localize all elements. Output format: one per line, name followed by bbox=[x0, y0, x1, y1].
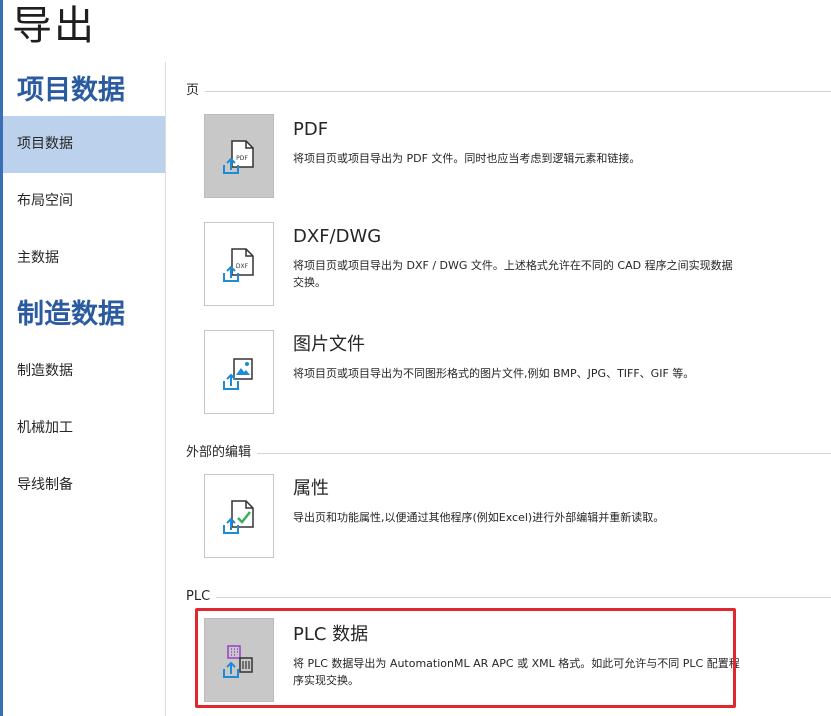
sidebar-item-manufacturing-data[interactable]: 制造数据 bbox=[3, 343, 165, 400]
properties-option-title: 属性 bbox=[293, 478, 329, 499]
image-option-description: 将项目页或项目导出为不同图形格式的图片文件,例如 BMP、JPG、TIFF、GI… bbox=[293, 367, 695, 380]
dxf-option-title: DXF/DWG bbox=[293, 226, 382, 247]
pdf-option-title: PDF bbox=[293, 119, 329, 140]
pdf-option-description: 将项目页或项目导出为 PDF 文件。同时也应当考虑到逻辑元素和链接。 bbox=[293, 152, 641, 165]
section-header-plc: PLC bbox=[186, 588, 831, 606]
dxf-option-description: 将项目页或项目导出为 DXF / DWG 文件。上述格式允许在不同的 CAD 程… bbox=[293, 259, 733, 289]
sidebar-group-heading-manufacturing: 制造数据 bbox=[17, 299, 125, 330]
properties-option-description: 导出页和功能属性,以便通过其他程序(例如Excel)进行外部编辑并重新读取。 bbox=[293, 511, 665, 524]
image-export-tile[interactable] bbox=[204, 330, 274, 414]
section-header-external-editing: 外部的编辑 bbox=[186, 444, 831, 462]
pdf-icon-label: PDF bbox=[236, 155, 248, 162]
dxf-export-icon: DXF bbox=[223, 248, 254, 282]
plc-highlight-box bbox=[195, 608, 736, 708]
sidebar-group-heading-project: 项目数据 bbox=[17, 75, 125, 106]
section-label: 页 bbox=[186, 82, 206, 100]
section-header-page: 页 bbox=[186, 82, 831, 100]
properties-export-icon bbox=[223, 500, 254, 534]
sidebar-item-project-data[interactable]: 项目数据 bbox=[3, 116, 165, 173]
sidebar-divider bbox=[165, 62, 166, 716]
sidebar-item-layout-space[interactable]: 布局空间 bbox=[3, 173, 165, 230]
dxf-export-tile[interactable]: DXF bbox=[204, 222, 274, 306]
image-export-icon bbox=[223, 358, 253, 390]
pdf-export-tile[interactable]: PDF bbox=[204, 114, 274, 198]
section-label: 外部的编辑 bbox=[186, 444, 258, 462]
sidebar-item-wire-preparation[interactable]: 导线制备 bbox=[3, 457, 165, 514]
section-label: PLC bbox=[186, 588, 217, 606]
properties-export-tile[interactable] bbox=[204, 474, 274, 558]
sidebar-item-master-data[interactable]: 主数据 bbox=[3, 230, 165, 287]
dxf-icon-label: DXF bbox=[236, 263, 249, 270]
page-title: 导出 bbox=[12, 3, 96, 49]
sidebar: 项目数据 项目数据 布局空间 主数据 制造数据 制造数据 机械加工 导线制备 bbox=[3, 62, 165, 716]
image-option-title: 图片文件 bbox=[293, 334, 365, 355]
sidebar-item-machining[interactable]: 机械加工 bbox=[3, 400, 165, 457]
pdf-export-icon: PDF bbox=[223, 140, 254, 174]
